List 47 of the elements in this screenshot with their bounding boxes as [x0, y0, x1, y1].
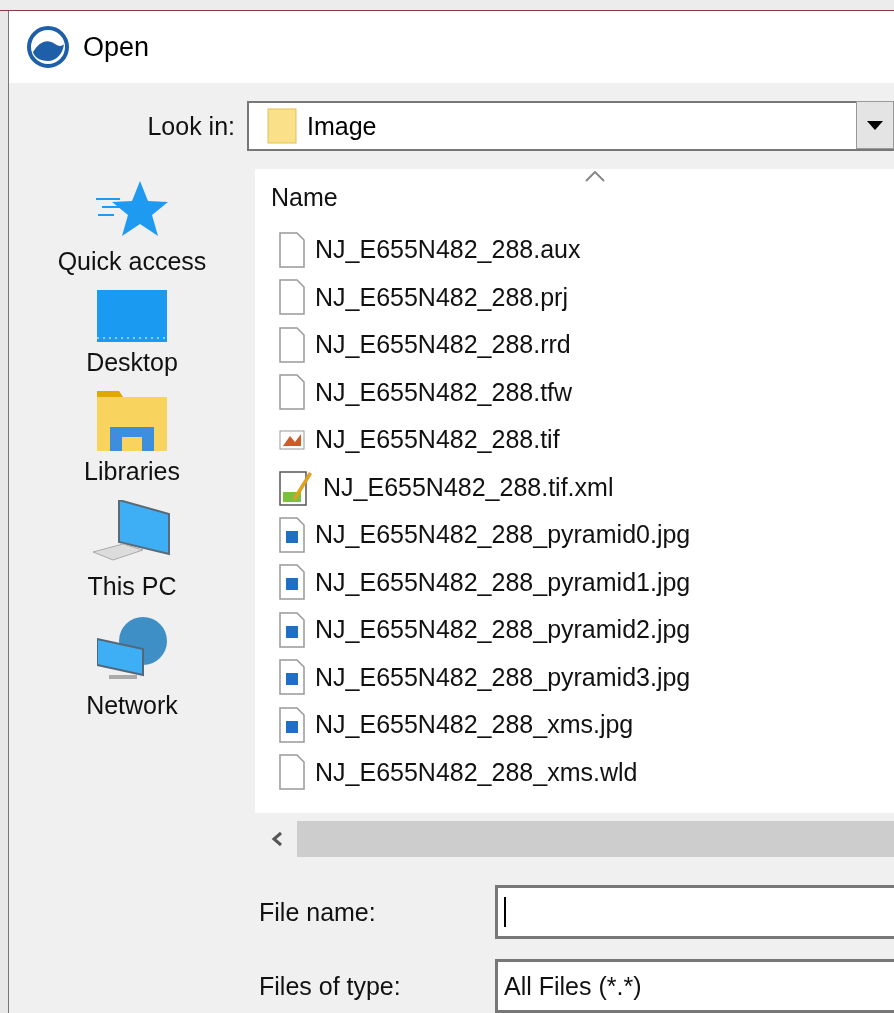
horizontal-scrollbar[interactable]: [257, 821, 894, 857]
file-row[interactable]: NJ_E655N482_288_pyramid1.jpg: [271, 558, 894, 607]
caret-icon: [867, 120, 883, 130]
look-in-label: Look in:: [146, 111, 236, 141]
dropdown-button[interactable]: [856, 101, 894, 150]
file-row[interactable]: NJ_E655N482_288.rrd: [271, 321, 894, 369]
document-icon: [279, 754, 305, 791]
image-file-icon: [279, 611, 305, 648]
file-row[interactable]: NJ_E655N482_288.prj: [271, 273, 894, 322]
file-row[interactable]: NJ_E655N482_288.tif: [271, 416, 894, 464]
image-file-icon: [279, 429, 305, 450]
file-row[interactable]: NJ_E655N482_288_pyramid3.jpg: [271, 653, 894, 702]
document-icon: [279, 326, 305, 363]
look-in-dropdown[interactable]: Image: [247, 101, 894, 152]
sort-caret-icon: [585, 171, 605, 183]
file-row[interactable]: NJ_E655N482_288.aux: [271, 226, 894, 274]
notepad-icon: [279, 468, 313, 507]
monitor-icon: [97, 290, 167, 343]
file-row[interactable]: NJ_E655N482_288_xms.jpg: [271, 701, 894, 749]
image-file-icon: [279, 516, 305, 553]
document-icon: [279, 374, 305, 411]
folder-icon: [267, 108, 297, 145]
nav-place[interactable]: Libraries: [84, 391, 180, 487]
file-row[interactable]: NJ_E655N482_288.tif.xml: [271, 463, 894, 512]
nav-place[interactable]: Desktop: [86, 290, 178, 378]
name-column-header[interactable]: Name: [271, 183, 894, 213]
window-title: Open: [83, 31, 150, 63]
file-name-field[interactable]: [495, 885, 894, 939]
image-file-icon: [279, 706, 305, 743]
image-file-icon: [279, 659, 305, 696]
file-name-label: File name:: [259, 897, 377, 927]
nav-place[interactable]: Quick access: [57, 179, 207, 277]
nav-place[interactable]: This PC: [87, 500, 177, 602]
app-logo-icon: [27, 26, 69, 69]
chevron-left-icon: [271, 831, 283, 847]
folder-icon: [97, 391, 167, 452]
file-type-dropdown[interactable]: All Files (*.*): [495, 959, 894, 1013]
document-icon: [279, 231, 305, 268]
file-row[interactable]: NJ_E655N482_288_pyramid2.jpg: [271, 606, 894, 654]
document-icon: [279, 279, 305, 316]
file-row[interactable]: NJ_E655N482_288.tfw: [271, 368, 894, 417]
image-file-icon: [279, 564, 305, 601]
file-row[interactable]: NJ_E655N482_288_xms.wld: [271, 748, 894, 797]
file-row[interactable]: NJ_E655N482_288_pyramid0.jpg: [271, 511, 894, 559]
look-in-value: Image: [307, 111, 377, 141]
file-type-label: Files of type:: [259, 971, 402, 1001]
nav-place[interactable]: Network: [86, 615, 178, 721]
